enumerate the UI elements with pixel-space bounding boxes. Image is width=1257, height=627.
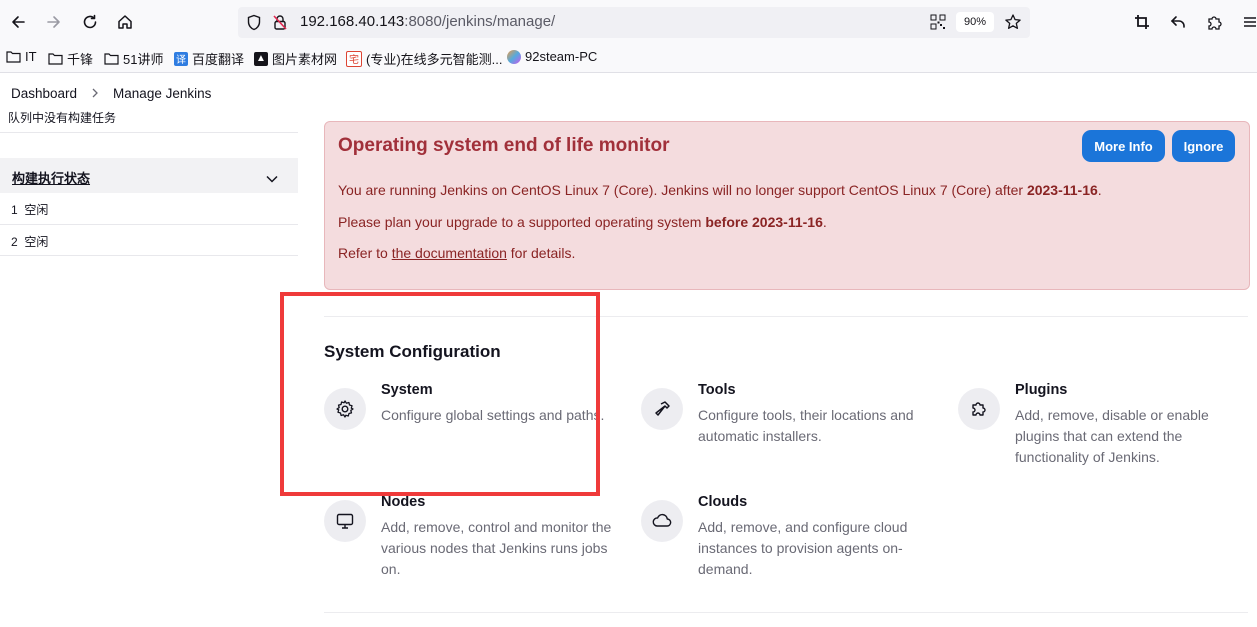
bookmark-qianfeng[interactable]: 千锋	[48, 49, 93, 68]
bookmark-label: 图片素材网	[272, 52, 338, 67]
os-eol-alert: Operating system end of life monitor Mor…	[324, 121, 1250, 290]
folder-icon	[104, 53, 119, 65]
alert-line-1: You are running Jenkins on CentOS Linux …	[338, 182, 1102, 198]
shield-icon[interactable]	[246, 14, 262, 36]
executor-number: 1	[11, 203, 18, 217]
executor-row: 1 空闲	[11, 201, 48, 218]
forward-arrow-icon[interactable]	[40, 8, 68, 36]
executor-number: 2	[11, 235, 18, 249]
address-bar[interactable]: 192.168.40.143:8080/jenkins/manage/ 90%	[238, 7, 1030, 38]
image-site-icon: ▲	[254, 51, 268, 66]
home-icon[interactable]	[111, 8, 139, 36]
config-item-description: Add, remove, disable or enable plugins t…	[1015, 407, 1209, 465]
breadcrumb: Dashboard Manage Jenkins	[0, 73, 1257, 113]
bookmark-baidu-translate[interactable]: 译 百度翻译	[174, 49, 244, 68]
bookmark-label: (专业)在线多元智能测...	[366, 52, 503, 67]
documentation-link[interactable]: the documentation	[392, 245, 507, 261]
chevron-down-icon[interactable]	[266, 170, 278, 188]
alert-line-1-text: You are running Jenkins on CentOS Linux …	[338, 182, 1027, 198]
alert-deadline: before 2023-11-16	[705, 214, 823, 230]
config-item-title[interactable]: Tools	[698, 382, 736, 398]
config-item-description: Add, remove, control and monitor the var…	[381, 519, 612, 577]
alert-title: Operating system end of life monitor	[338, 135, 670, 156]
monitor-icon	[324, 500, 366, 542]
alert-line-2-end: .	[822, 214, 827, 230]
alert-line-3: Refer to the documentation for details.	[338, 245, 575, 261]
bookmark-label: 51讲师	[123, 52, 164, 67]
hammer-icon	[641, 388, 683, 430]
bookmark-label: 92steam-PC	[525, 49, 598, 64]
bookmark-label: 千锋	[67, 52, 94, 67]
bookmark-star-icon[interactable]	[1004, 13, 1022, 36]
executor-row: 2 空闲	[11, 233, 48, 250]
section-divider	[324, 612, 1248, 613]
folder-icon	[6, 51, 21, 63]
config-item-description: Configure tools, their locations and aut…	[698, 407, 914, 444]
steam-icon	[507, 49, 521, 64]
cloud-icon	[641, 500, 683, 542]
browser-toolbar: 192.168.40.143:8080/jenkins/manage/ 90%	[0, 0, 1257, 44]
breadcrumb-manage-jenkins[interactable]: Manage Jenkins	[113, 86, 211, 101]
url-text[interactable]: 192.168.40.143:8080/jenkins/manage/	[300, 13, 555, 30]
executor-status: 空闲	[24, 235, 49, 249]
executor-status: 空闲	[24, 203, 49, 217]
config-item-title[interactable]: Clouds	[698, 494, 747, 510]
chevron-right-icon	[91, 88, 99, 98]
executor-status-title[interactable]: 构建执行状态	[12, 168, 90, 187]
alert-line-2-text: Please plan your upgrade to a supported …	[338, 214, 706, 230]
ignore-button[interactable]: Ignore	[1172, 130, 1235, 162]
screenshot-crop-icon[interactable]	[1128, 8, 1156, 36]
zoom-level-badge[interactable]: 90%	[956, 12, 994, 32]
undo-arrow-icon[interactable]	[1164, 8, 1192, 36]
insecure-lock-icon[interactable]	[272, 14, 288, 36]
more-info-button[interactable]: More Info	[1082, 130, 1165, 162]
alert-line-3-end: for details.	[506, 245, 576, 261]
bookmarks-bar: IT 千锋 51讲师 译 百度翻译 ▲ 图片素材网 宅 (专业)在线多元智能测.…	[0, 44, 1257, 73]
alert-line-1-end: .	[1097, 182, 1102, 198]
bookmark-label: IT	[25, 49, 37, 64]
bookmark-image-site[interactable]: ▲ 图片素材网	[254, 49, 337, 68]
site-icon: 宅	[346, 50, 362, 67]
breadcrumb-dashboard[interactable]: Dashboard	[11, 86, 77, 101]
divider	[0, 255, 298, 256]
config-item-description: Add, remove, and configure cloud instanc…	[698, 519, 908, 577]
bookmark-label: 百度翻译	[192, 52, 245, 67]
config-item-title[interactable]: Nodes	[381, 494, 425, 510]
menu-icon[interactable]	[1236, 8, 1257, 36]
alert-line-2: Please plan your upgrade to a supported …	[338, 214, 827, 230]
build-queue-empty-text: 队列中没有构建任务	[8, 111, 117, 123]
back-arrow-icon[interactable]	[4, 8, 32, 36]
url-host: 192.168.40.143	[300, 13, 405, 30]
divider	[0, 132, 298, 133]
bookmark-it[interactable]: IT	[6, 49, 37, 64]
folder-icon	[48, 53, 63, 65]
alert-line-3-text: Refer to	[338, 245, 392, 261]
executor-status-header[interactable]: 构建执行状态	[0, 158, 298, 193]
annotation-highlight-box	[280, 292, 600, 496]
config-item-title[interactable]: Plugins	[1015, 382, 1067, 398]
translate-icon: 译	[174, 51, 188, 66]
extensions-puzzle-icon[interactable]	[1200, 8, 1228, 36]
url-path: :8080/jenkins/manage/	[404, 13, 556, 30]
puzzle-icon	[958, 388, 1000, 430]
divider	[0, 224, 298, 225]
reload-icon[interactable]	[76, 8, 104, 36]
bookmark-intelligence-test[interactable]: 宅 (专业)在线多元智能测...	[346, 49, 503, 68]
bookmark-51jiangshi[interactable]: 51讲师	[104, 49, 163, 68]
qr-code-icon[interactable]	[930, 14, 946, 35]
alert-eol-date: 2023-11-16	[1026, 182, 1098, 198]
bookmark-92steam[interactable]: 92steam-PC	[507, 49, 597, 64]
